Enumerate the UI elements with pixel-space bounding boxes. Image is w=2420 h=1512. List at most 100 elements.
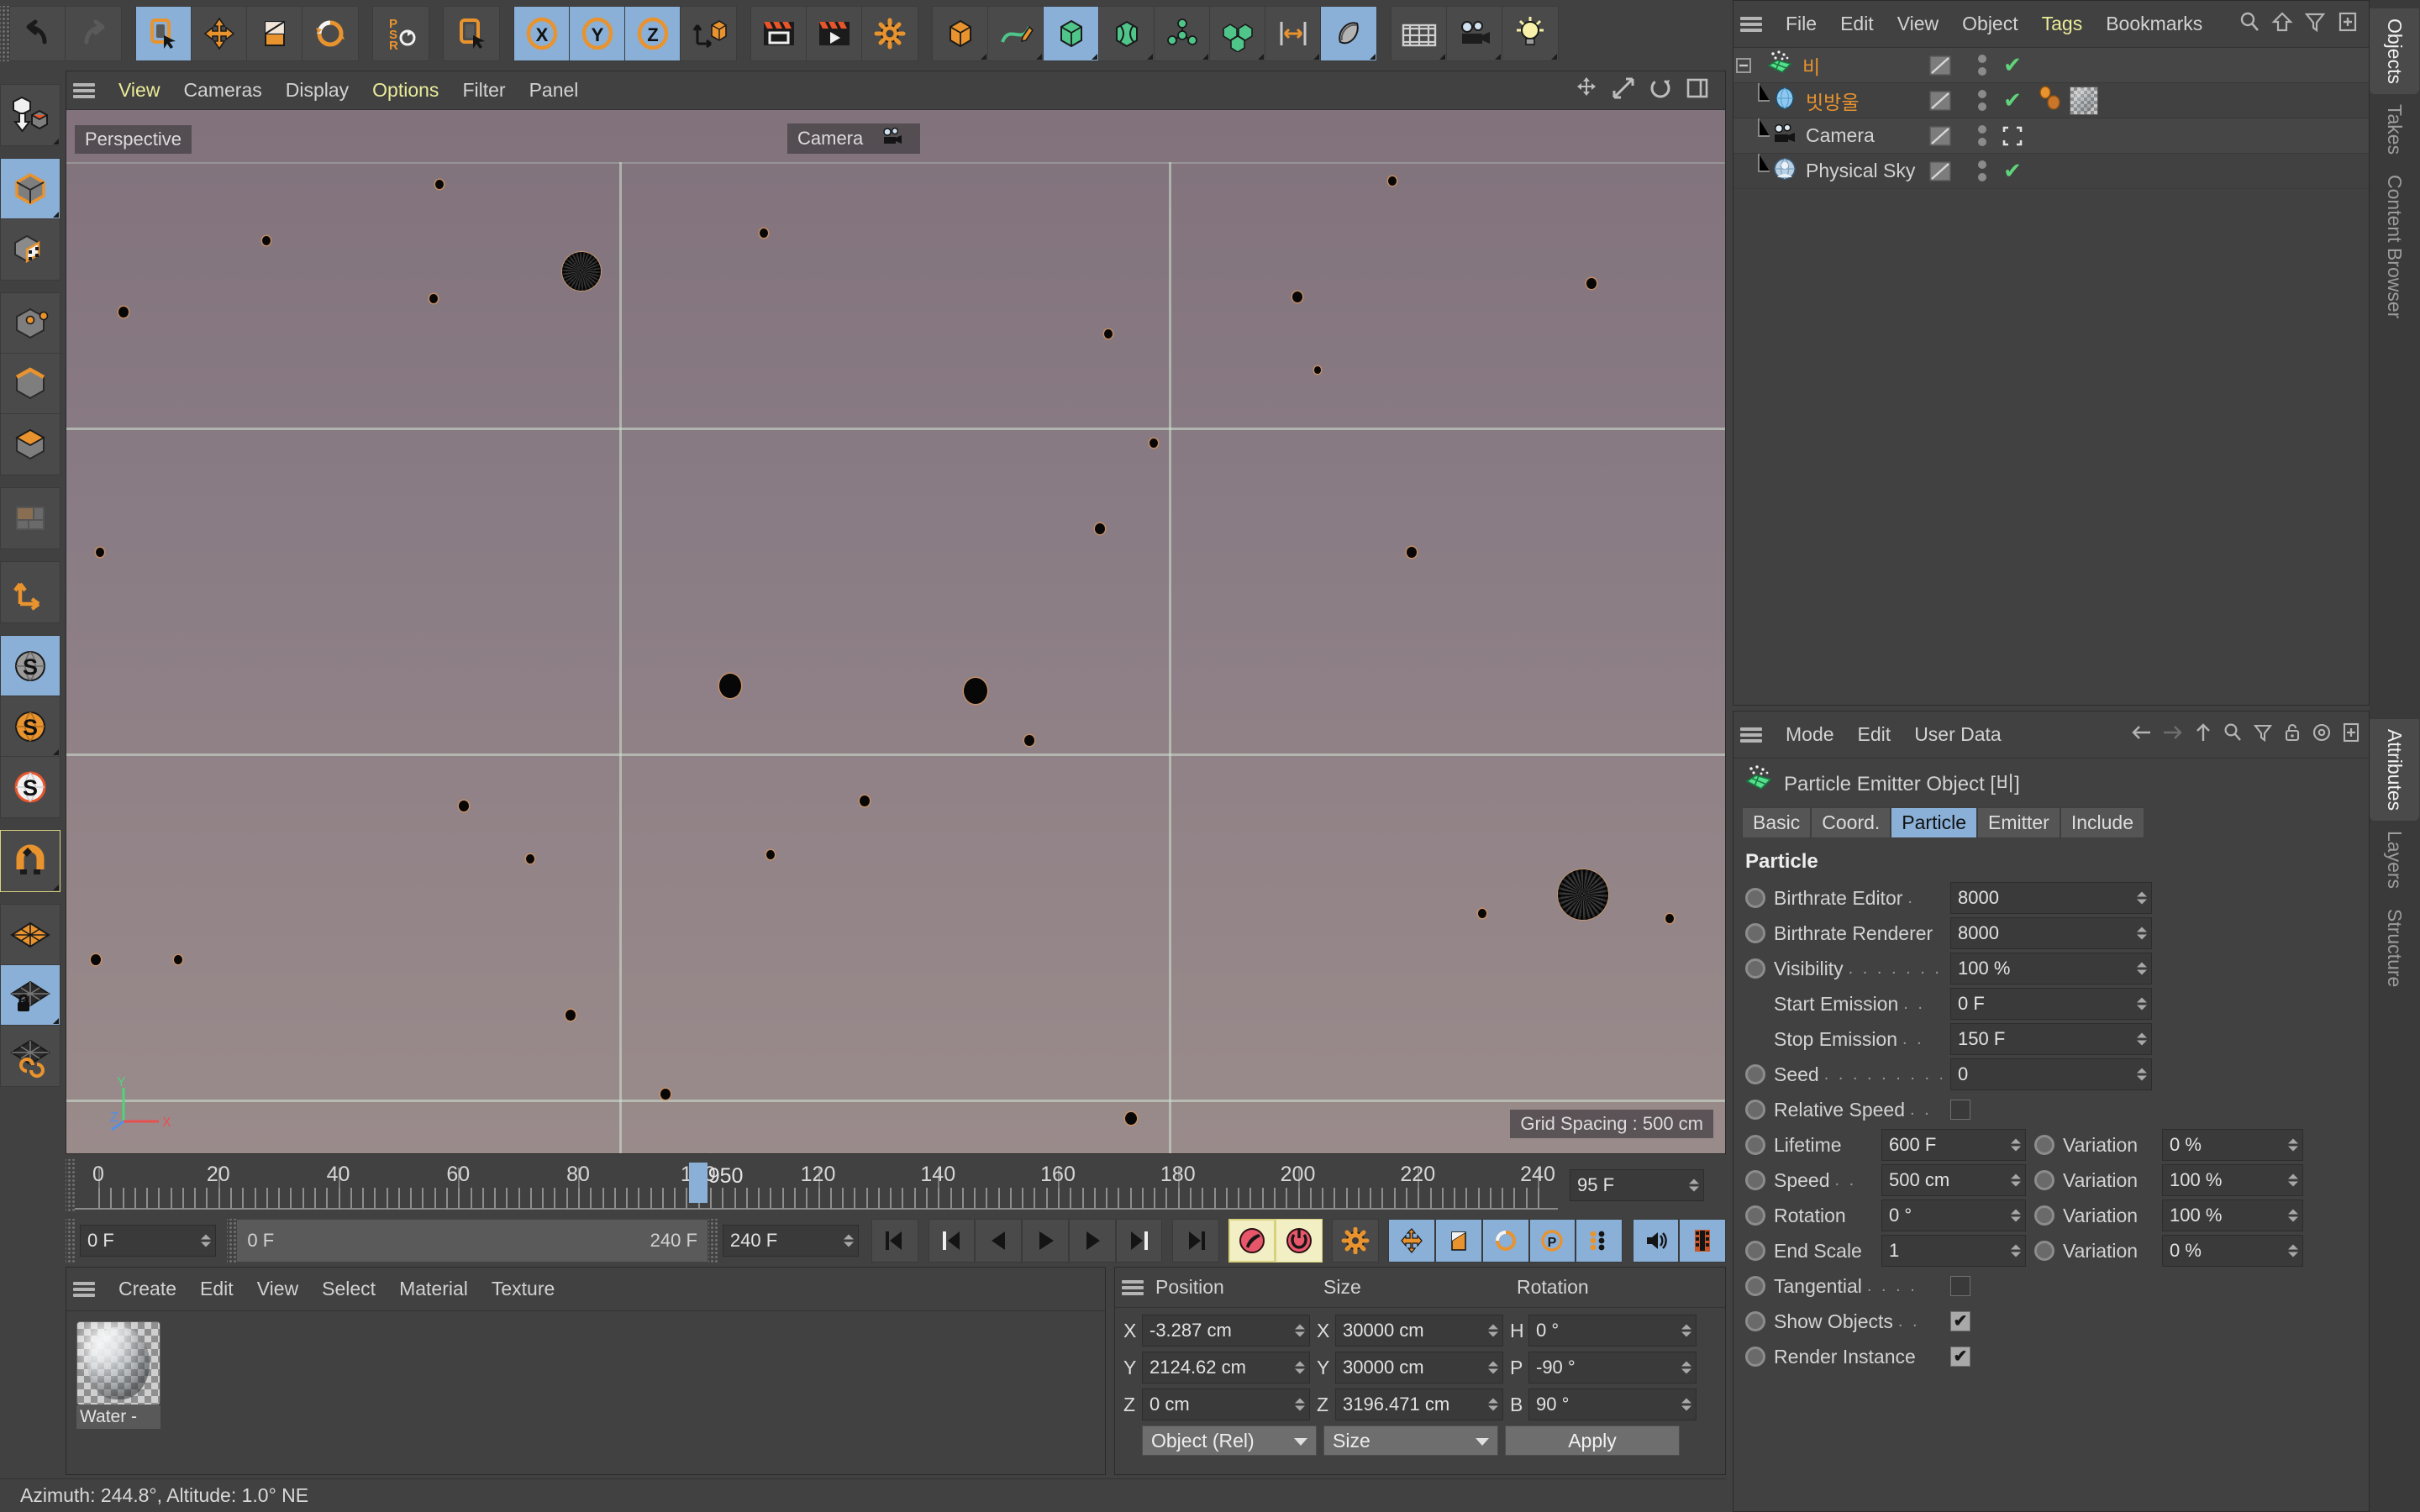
spinner[interactable] xyxy=(2137,997,2147,1011)
cube-primitive-icon[interactable] xyxy=(933,7,988,60)
material-menu-view[interactable]: View xyxy=(245,1279,310,1299)
animation-track-dot[interactable] xyxy=(1745,1311,1765,1331)
animation-track-dot[interactable] xyxy=(1745,923,1765,943)
variation-value-field[interactable]: 0 % xyxy=(2162,1235,2303,1267)
viewport-maximize-icon[interactable] xyxy=(1685,76,1710,106)
vtab-layers[interactable]: Layers xyxy=(2370,821,2419,899)
rotation-p-field[interactable]: -90 ° xyxy=(1528,1352,1697,1383)
object-coordinates-icon[interactable]: S xyxy=(1,696,60,757)
up-arrow-icon[interactable] xyxy=(2194,722,2212,748)
animation-track-dot[interactable] xyxy=(1745,1170,1765,1190)
camera-icon[interactable] xyxy=(1447,7,1502,60)
document-end-field[interactable]: 240 F xyxy=(722,1225,859,1257)
material-menu-select[interactable]: Select xyxy=(310,1279,387,1299)
object-menu-hamburger-icon[interactable] xyxy=(1740,16,1762,32)
selection-mode-icon[interactable] xyxy=(444,7,499,60)
object-not-rendered-icon[interactable] xyxy=(1996,118,2029,153)
texture-mode-icon[interactable] xyxy=(1,219,60,280)
goto-next-key-button[interactable] xyxy=(1115,1219,1163,1263)
search-icon[interactable] xyxy=(2223,722,2243,748)
object-row-emitter[interactable]: 비 ✔ xyxy=(1733,48,2369,83)
goto-end-button[interactable] xyxy=(1171,1219,1219,1263)
move-icon[interactable] xyxy=(192,7,247,60)
coordinate-mode-select[interactable]: Object (Rel) xyxy=(1142,1425,1317,1456)
viewport-menu-display[interactable]: Display xyxy=(274,81,360,100)
spline-pen-icon[interactable] xyxy=(988,7,1044,60)
generator-icon[interactable] xyxy=(1044,7,1099,60)
viewport-menu-panel[interactable]: Panel xyxy=(518,81,591,100)
object-enabled-check-icon[interactable]: ✔ xyxy=(1996,154,2029,188)
value-field[interactable]: 1 xyxy=(1881,1235,2026,1267)
model-mode-icon[interactable] xyxy=(1,159,60,219)
coordinate-size-select[interactable]: Size xyxy=(1323,1425,1498,1456)
tab-particle[interactable]: Particle xyxy=(1891,807,1977,838)
edges-mode-icon[interactable] xyxy=(1,354,60,414)
animation-track-dot[interactable] xyxy=(1745,1135,1765,1155)
object-enabled-check-icon[interactable]: ✔ xyxy=(1996,83,2029,118)
animation-track-dot[interactable] xyxy=(1745,1205,1765,1226)
rotation-key-button[interactable] xyxy=(1481,1219,1529,1263)
filter-icon[interactable] xyxy=(2304,11,2326,38)
lock-icon[interactable] xyxy=(2283,722,2302,748)
size-y-field[interactable]: 30000 cm xyxy=(1335,1352,1503,1383)
points-mode-icon[interactable] xyxy=(1,293,60,354)
planar-workplane-icon[interactable] xyxy=(1,1026,60,1086)
scene-icon[interactable] xyxy=(1265,7,1321,60)
animation-track-dot[interactable] xyxy=(1745,1347,1765,1367)
rotation-b-field[interactable]: 90 ° xyxy=(1528,1389,1697,1420)
record-active-objects-button[interactable] xyxy=(1228,1219,1276,1263)
lock-workplane-icon[interactable] xyxy=(1,965,60,1026)
live-selection-icon[interactable] xyxy=(136,7,192,60)
parameter-key-button[interactable]: P xyxy=(1528,1219,1576,1263)
workplane-icon[interactable] xyxy=(1,905,60,965)
snap-magnet-icon[interactable] xyxy=(1,831,60,891)
material-menu-hamburger-icon[interactable] xyxy=(73,1281,95,1297)
add-layer-icon[interactable] xyxy=(2337,11,2359,38)
spinner[interactable] xyxy=(2137,1068,2147,1081)
object-menu-edit[interactable]: Edit xyxy=(1828,14,1886,34)
document-end-spinner[interactable] xyxy=(843,1234,854,1247)
animation-track-dot[interactable] xyxy=(1745,1100,1765,1120)
polygons-mode-icon[interactable] xyxy=(1,414,60,475)
play-button[interactable] xyxy=(1022,1219,1069,1263)
coordinate-apply-button[interactable]: Apply xyxy=(1505,1425,1680,1456)
viewport-rotate-camera-icon[interactable] xyxy=(1648,76,1673,106)
viewport-camera-chip[interactable]: Camera xyxy=(787,123,921,154)
animation-track-dot[interactable] xyxy=(1745,1241,1765,1261)
vtab-objects[interactable]: Objects xyxy=(2370,8,2419,94)
water-material-thumbnail[interactable] xyxy=(76,1321,160,1405)
viewport-menu-hamburger-icon[interactable] xyxy=(73,82,95,98)
attribute-menu-user-data[interactable]: User Data xyxy=(1902,725,2013,744)
object-visibility-dots[interactable] xyxy=(1967,118,1997,153)
object-row-camera[interactable]: Camera xyxy=(1733,118,2369,154)
transport-gripper[interactable] xyxy=(66,1219,75,1263)
object-visibility-editor-dot[interactable] xyxy=(1915,83,1965,118)
timeline-right-field-spinner[interactable] xyxy=(1689,1179,1699,1192)
rotation-h-field[interactable]: 0 ° xyxy=(1528,1315,1697,1347)
spinner[interactable] xyxy=(2288,1173,2298,1187)
object-visibility-dots[interactable] xyxy=(1967,154,1997,188)
spinner[interactable] xyxy=(2011,1244,2021,1257)
timeline-ruler[interactable]: 020406080100120140160180200220240950 xyxy=(75,1159,1558,1211)
attribute-menu-edit[interactable]: Edit xyxy=(1846,725,1903,744)
timeline-playhead[interactable] xyxy=(688,1163,708,1203)
world-coordinates-icon[interactable]: S xyxy=(1,636,60,696)
goto-previous-frame-button[interactable] xyxy=(975,1219,1022,1263)
keyframe-selection-button[interactable] xyxy=(1332,1219,1379,1263)
animation-track-dot[interactable] xyxy=(1745,958,1765,979)
preview-range-gripper-right[interactable] xyxy=(708,1219,718,1263)
position-y-field[interactable]: 2124.62 cm xyxy=(1142,1352,1310,1383)
spinner[interactable] xyxy=(2137,962,2147,975)
size-z-field[interactable]: 3196.471 cm xyxy=(1335,1389,1503,1420)
variation-animation-track-dot[interactable] xyxy=(2034,1170,2054,1190)
coordinate-menu-hamburger-icon[interactable] xyxy=(1122,1279,1144,1295)
value-field[interactable]: 100 % xyxy=(1950,953,2152,984)
viewport-scale-camera-icon[interactable] xyxy=(1611,76,1636,106)
mograph-icon[interactable] xyxy=(1155,7,1210,60)
go-up-icon[interactable] xyxy=(2271,11,2293,38)
value-field[interactable]: 8000 xyxy=(1950,882,2152,914)
vtab-takes[interactable]: Takes xyxy=(2370,94,2419,165)
variation-value-field[interactable]: 0 % xyxy=(2162,1129,2303,1161)
particle-tag-icon[interactable] xyxy=(2036,84,2065,118)
viewport-solo-icon[interactable] xyxy=(1,488,60,549)
